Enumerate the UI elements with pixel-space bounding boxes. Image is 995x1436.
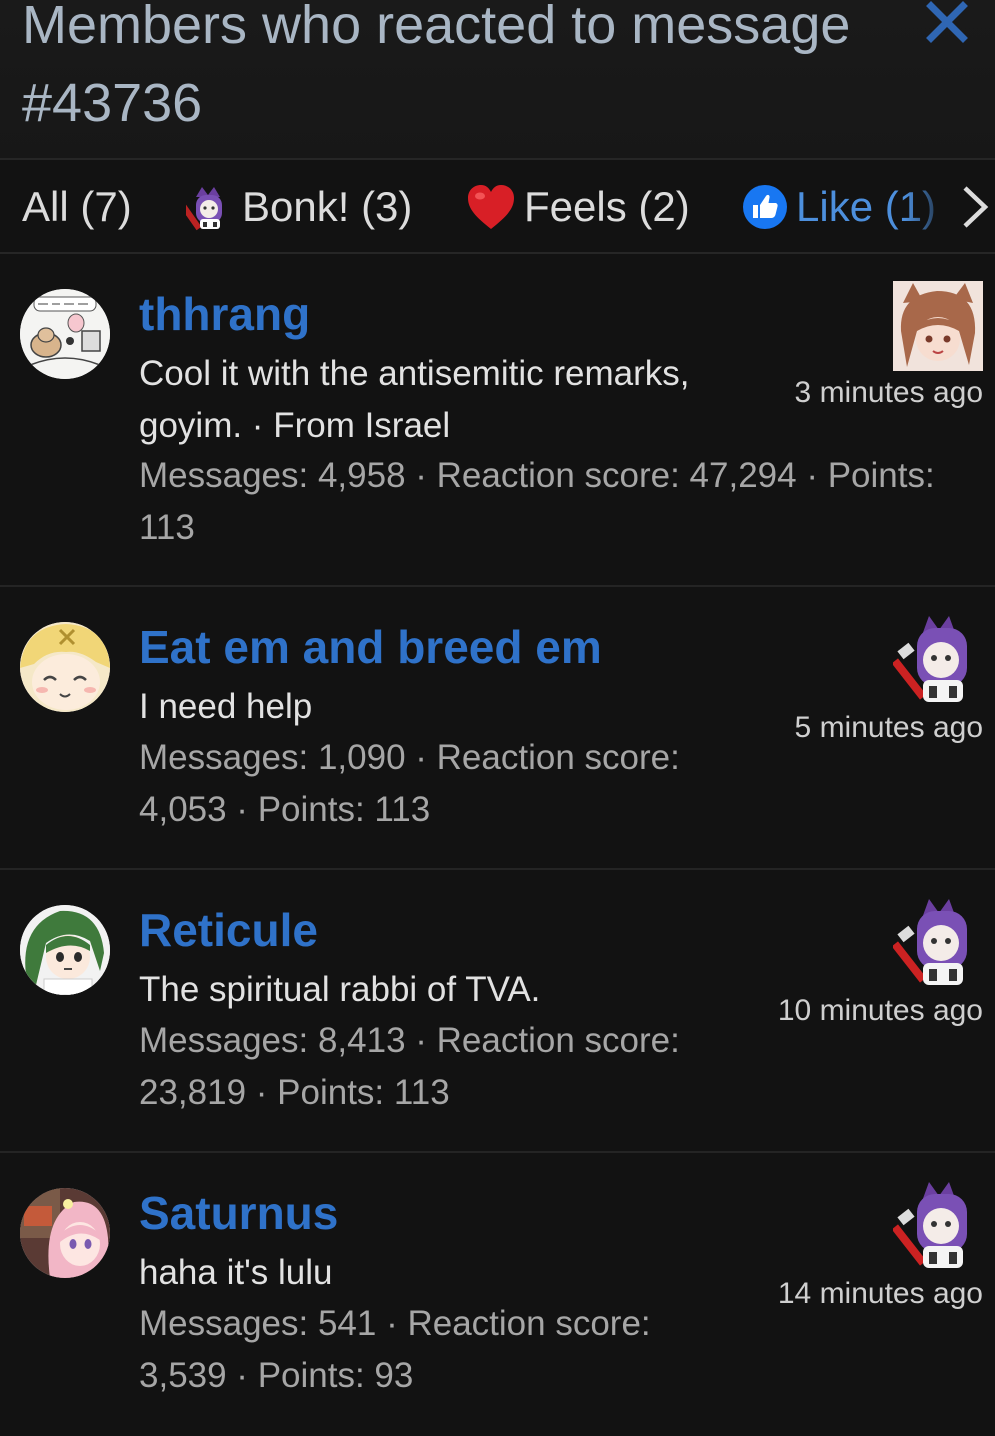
tab-all-label: All (7) [22,183,132,230]
user-stats: Messages: 1,090 · Reaction score: 4,053 … [139,738,680,829]
bonk-reaction-icon [893,897,983,987]
bonk-reaction-icon [186,187,222,231]
user-stats: Messages: 541 · Reaction score: 3,539 · … [139,1304,651,1395]
bonk-reaction-icon [893,1180,983,1270]
username[interactable]: thhrang [139,286,310,342]
reaction-time: 5 minutes ago [794,711,983,744]
close-icon[interactable] [925,0,969,44]
reaction-tabs: All (7) Bonk! (3) Feels (2) Like (1) [0,160,995,254]
avatar[interactable] [20,622,110,712]
user-stats: Messages: 4,958 · Reaction score: 47,294… [139,456,935,547]
list-item: Reticule The spiritual rabbi of TVA. Mes… [0,870,995,1153]
reaction-time: 14 minutes ago [777,1277,983,1310]
username[interactable]: Reticule [139,902,318,958]
tab-feels-label: Feels (2) [524,183,690,230]
user-title: haha it's lulu [139,1253,333,1292]
user-title: The spiritual rabbi of TVA. [139,970,541,1009]
avatar[interactable] [20,1188,110,1278]
username[interactable]: Eat em and breed em [139,619,602,675]
tab-bonk[interactable]: Bonk! (3) [186,180,412,234]
username[interactable]: Saturnus [139,1185,338,1241]
chevron-right-icon[interactable] [957,184,993,230]
user-stats: Messages: 8,413 · Reaction score: 23,819… [139,1021,680,1112]
list-item: Eat em and breed em I need help Messages… [0,587,995,870]
tab-feels[interactable]: Feels (2) [466,180,690,234]
avatar[interactable] [20,289,110,379]
list-item: Saturnus haha it's lulu Messages: 541 · … [0,1153,995,1436]
avatar[interactable] [20,905,110,995]
user-title: Cool it with the antisemitic remarks, go… [139,354,690,445]
reaction-time: 10 minutes ago [777,994,983,1027]
dialog-title: Members who reacted to message #43736 [22,0,851,133]
user-title: I need help [139,687,313,726]
list-item: thhrang Cool it with the antisemitic rem… [0,254,995,587]
thumbs-up-icon [743,185,787,229]
bonk-reaction-icon [893,614,983,704]
tab-bonk-label: Bonk! (3) [242,183,413,230]
reaction-time: 3 minutes ago [794,376,983,409]
heart-icon [468,185,514,229]
tab-all[interactable]: All (7) [22,180,132,234]
brown-haired-girl-reaction-icon [893,281,983,371]
dialog-header: Members who reacted to message #43736 [0,0,995,160]
